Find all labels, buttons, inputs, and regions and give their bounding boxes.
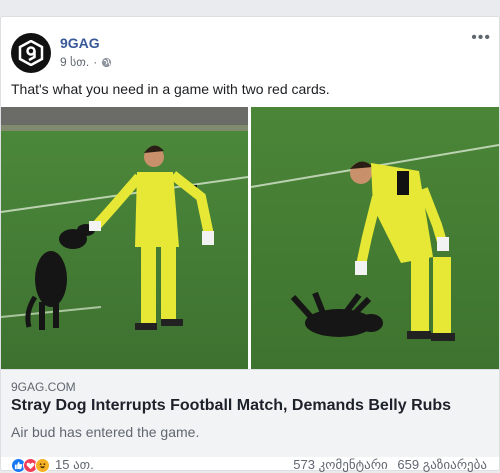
page-name-link[interactable]: 9GAG	[60, 35, 100, 51]
post-meta: 9 სთ. ·	[60, 55, 112, 69]
post-caption: That's what you need in a game with two …	[11, 81, 330, 97]
dog-goalkeeper-scene-right	[251, 107, 499, 369]
link-title[interactable]: Stray Dog Interrupts Football Match, Dem…	[11, 397, 451, 415]
post-timestamp[interactable]: 9 სთ.	[60, 55, 89, 69]
link-preview[interactable]: 9GAG.COM Stray Dog Interrupts Football M…	[1, 369, 499, 457]
image-frame-right	[251, 107, 499, 369]
dog-goalkeeper-scene-left	[1, 107, 248, 369]
page-avatar[interactable]	[11, 33, 51, 73]
link-domain: 9GAG.COM	[11, 380, 76, 394]
post-header: 9GAG 9 სთ. · •••	[11, 30, 491, 73]
haha-icon	[35, 457, 50, 473]
more-options-icon[interactable]: •••	[471, 30, 491, 46]
9gag-logo-icon	[18, 40, 44, 66]
link-description: Air bud has entered the game.	[11, 424, 200, 440]
post-image[interactable]	[1, 107, 499, 369]
post-card: 9GAG 9 სთ. · ••• That's what you need in…	[0, 16, 500, 473]
meta-separator: ·	[93, 55, 98, 69]
post-footer: 15 ათ. 573 კომენტარი 659 გაზიარება	[1, 457, 499, 473]
globe-icon	[102, 57, 112, 67]
shares-count[interactable]: 659 გაზიარება	[397, 457, 487, 472]
comments-count[interactable]: 573 კომენტარი	[293, 457, 388, 472]
image-frame-left	[1, 107, 248, 369]
